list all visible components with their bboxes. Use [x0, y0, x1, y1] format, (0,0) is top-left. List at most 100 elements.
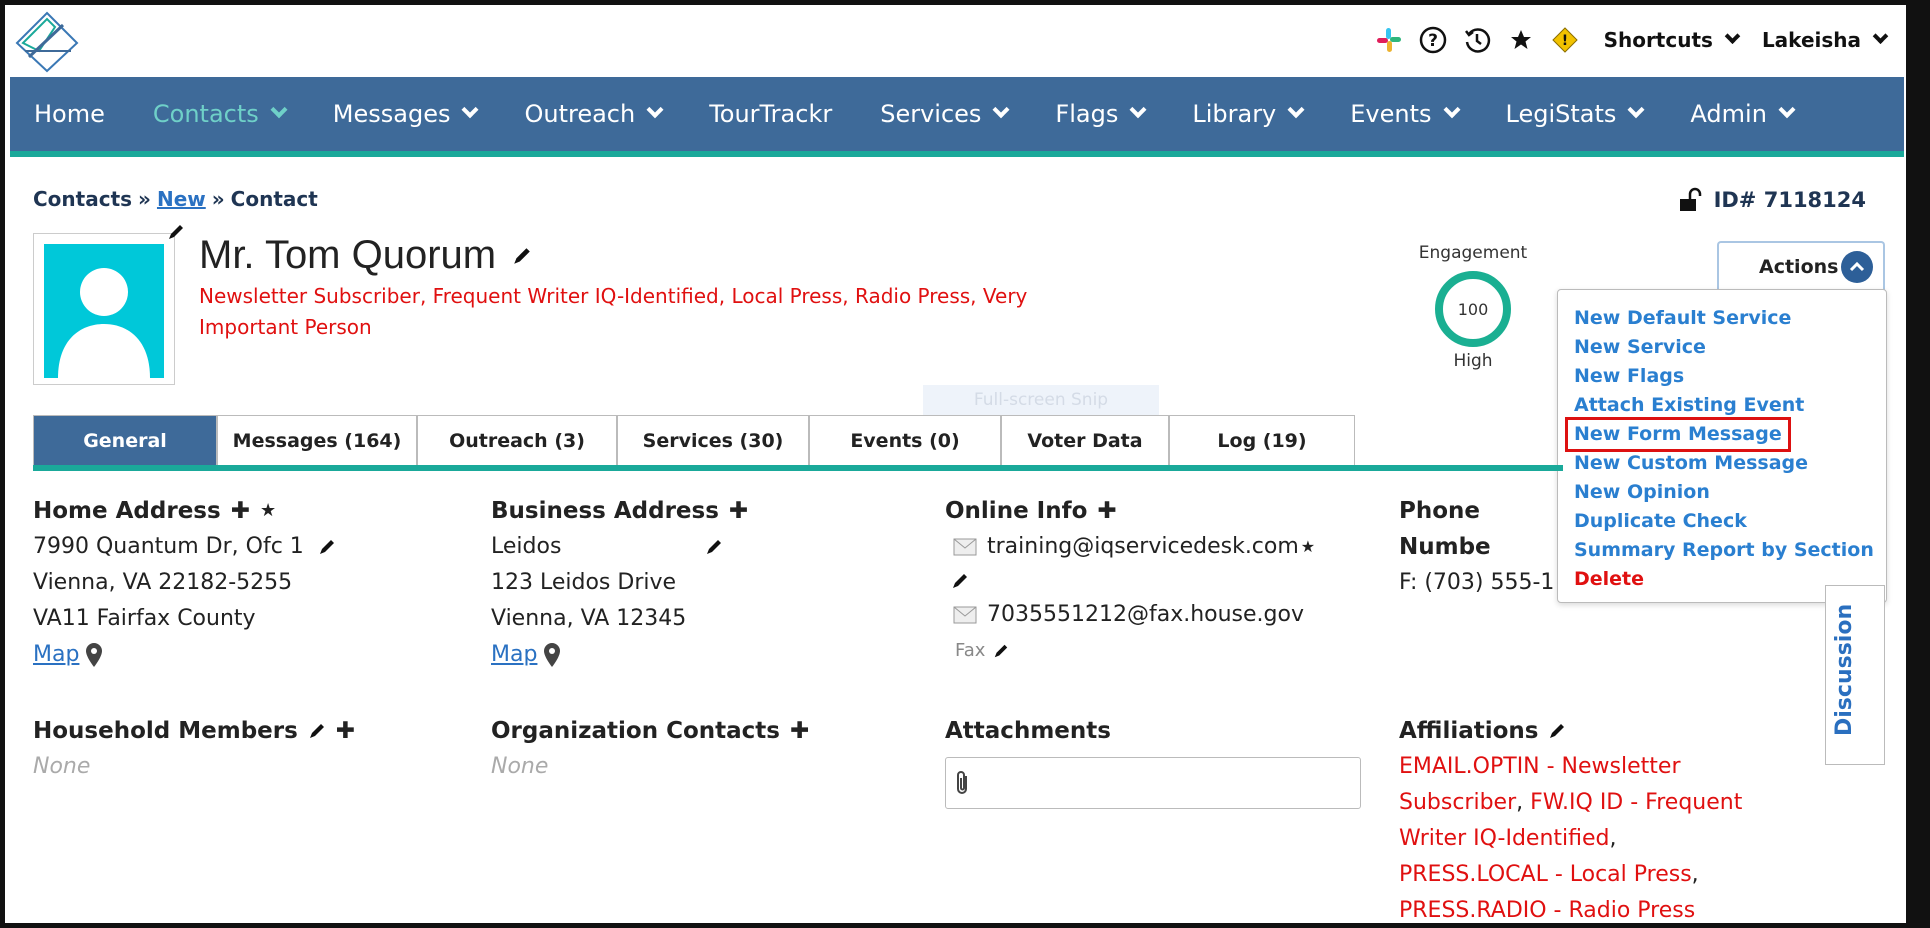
- affiliation-fw-iq-id-cont[interactable]: Writer IQ-Identified: [1399, 826, 1610, 851]
- nav-label: LegiStats: [1505, 100, 1617, 128]
- action-new-default-service[interactable]: New Default Service: [1574, 304, 1870, 333]
- fax-label: Fax: [955, 640, 986, 661]
- nav-services[interactable]: Services: [856, 100, 1031, 128]
- address-line: 7990 Quantum Dr, Ofc 1: [33, 529, 473, 565]
- fax-email-row: 7035551212@fax.house.gov: [945, 597, 1385, 633]
- email-row: training@iqservicedesk.com ★: [945, 529, 1385, 565]
- attachments-heading: Attachments: [945, 713, 1385, 749]
- tab-services[interactable]: Services (30): [617, 415, 809, 465]
- phone-line1: F: (703) 555-1: [1399, 570, 1555, 595]
- edit-avatar-pencil-icon[interactable]: [167, 223, 185, 241]
- map-link[interactable]: Map: [491, 637, 537, 673]
- main-nav: Home Contacts Messages Outreach TourTrac…: [10, 77, 1904, 157]
- action-attach-existing-event[interactable]: Attach Existing Event: [1574, 391, 1870, 420]
- nav-flags[interactable]: Flags: [1031, 100, 1168, 128]
- nav-label: Admin: [1690, 100, 1767, 128]
- add-plus-icon[interactable]: ✚: [790, 713, 809, 749]
- chevron-down-icon: [1287, 101, 1305, 119]
- breadcrumb-new-link[interactable]: New: [157, 187, 206, 211]
- app-logo[interactable]: [15, 11, 79, 73]
- email-text[interactable]: training@iqservicedesk.com: [987, 529, 1299, 565]
- affiliation-press-local[interactable]: PRESS.LOCAL - Local Press: [1399, 862, 1692, 887]
- map-link[interactable]: Map: [33, 637, 79, 673]
- engagement-level: High: [1453, 351, 1493, 371]
- slack-icon[interactable]: [1374, 25, 1404, 55]
- tab-general[interactable]: General: [33, 415, 217, 465]
- contact-name: Mr. Tom Quorum: [199, 233, 532, 278]
- user-menu[interactable]: Lakeisha: [1762, 27, 1889, 52]
- affiliation-separator: ,: [1516, 790, 1531, 815]
- edit-pencil-icon[interactable]: [951, 572, 969, 590]
- nav-legistats[interactable]: LegiStats: [1482, 100, 1667, 128]
- action-new-service[interactable]: New Service: [1574, 333, 1870, 362]
- nav-events[interactable]: Events: [1326, 100, 1481, 128]
- star-icon[interactable]: ★: [260, 493, 276, 529]
- add-plus-icon[interactable]: ✚: [729, 493, 748, 529]
- favorites-star-icon[interactable]: [1506, 25, 1536, 55]
- fax-email-text[interactable]: 7035551212@fax.house.gov: [987, 597, 1304, 633]
- org-contacts-heading: Organization Contacts ✚: [491, 713, 931, 749]
- alert-diamond-icon[interactable]: !: [1550, 25, 1580, 55]
- top-right-toolbar: ? ! Shortcuts Lakeisha: [1374, 25, 1889, 55]
- affiliation-line: Writer IQ-Identified,: [1399, 821, 1819, 857]
- shortcuts-menu[interactable]: Shortcuts: [1604, 27, 1741, 52]
- nav-label: Events: [1350, 100, 1432, 128]
- affiliation-fw-iq-id[interactable]: FW.IQ ID - Frequent: [1530, 790, 1742, 815]
- nav-messages[interactable]: Messages: [309, 100, 501, 128]
- household-empty: None: [33, 754, 91, 779]
- nav-label: Flags: [1055, 100, 1119, 128]
- affiliation-email-optin[interactable]: EMAIL.OPTIN - Newsletter: [1399, 754, 1681, 779]
- edit-pencil-icon[interactable]: [705, 538, 723, 556]
- edit-name-pencil-icon[interactable]: [512, 246, 532, 266]
- org-contacts-empty: None: [491, 754, 549, 779]
- avatar-frame: [33, 233, 175, 385]
- unlock-icon[interactable]: [1678, 187, 1704, 213]
- action-new-custom-message[interactable]: New Custom Message: [1574, 449, 1870, 478]
- edit-pencil-icon[interactable]: [318, 538, 336, 556]
- breadcrumb: Contacts » New » Contact: [33, 187, 318, 211]
- map-pin-icon[interactable]: [85, 642, 103, 668]
- nav-tourtrackr[interactable]: TourTrackr: [685, 100, 856, 128]
- edit-pencil-icon[interactable]: [993, 643, 1009, 659]
- nav-home[interactable]: Home: [10, 100, 129, 128]
- primary-star-icon[interactable]: ★: [1301, 529, 1315, 565]
- nav-contacts[interactable]: Contacts: [129, 100, 309, 128]
- attachment-dropzone[interactable]: [945, 757, 1361, 809]
- business-address-heading: Business Address ✚: [491, 493, 931, 529]
- edit-pencil-icon[interactable]: [1548, 722, 1566, 740]
- actions-button[interactable]: Actions: [1717, 241, 1885, 291]
- nav-label: Contacts: [152, 100, 259, 128]
- action-duplicate-check[interactable]: Duplicate Check: [1574, 507, 1870, 536]
- discussion-side-tab[interactable]: Discussion: [1825, 585, 1885, 765]
- tab-messages[interactable]: Messages (164): [217, 415, 417, 465]
- contact-id: ID# 7118124: [1678, 187, 1866, 213]
- help-icon[interactable]: ?: [1418, 25, 1448, 55]
- action-new-opinion[interactable]: New Opinion: [1574, 478, 1870, 507]
- app-window: ? ! Shortcuts Lakeisha Home Contacts Mes…: [0, 0, 1930, 928]
- nav-admin[interactable]: Admin: [1666, 100, 1817, 128]
- action-new-flags[interactable]: New Flags: [1574, 362, 1870, 391]
- affiliations-section: Affiliations EMAIL.OPTIN - Newsletter Su…: [1399, 713, 1819, 923]
- add-plus-icon[interactable]: ✚: [336, 713, 355, 749]
- nav-outreach[interactable]: Outreach: [500, 100, 685, 128]
- edit-pencil-icon[interactable]: [308, 722, 326, 740]
- map-pin-icon[interactable]: [543, 642, 561, 668]
- add-plus-icon[interactable]: ✚: [1097, 493, 1116, 529]
- affiliation-line: Subscriber, FW.IQ ID - Frequent: [1399, 785, 1819, 821]
- map-link-row: Map: [491, 637, 931, 673]
- affiliation-email-optin-cont[interactable]: Subscriber: [1399, 790, 1516, 815]
- action-summary-report[interactable]: Summary Report by Section: [1574, 536, 1874, 565]
- nav-library[interactable]: Library: [1168, 100, 1326, 128]
- history-icon[interactable]: [1462, 25, 1492, 55]
- tab-voter-data[interactable]: Voter Data: [1001, 415, 1169, 465]
- breadcrumb-separator: »: [211, 187, 225, 211]
- tab-events[interactable]: Events (0): [809, 415, 1001, 465]
- nav-label: Library: [1192, 100, 1277, 128]
- add-plus-icon[interactable]: ✚: [231, 493, 250, 529]
- affiliation-press-radio[interactable]: PRESS.RADIO - Radio Press: [1399, 898, 1695, 923]
- action-new-form-message[interactable]: New Form Message: [1565, 417, 1791, 452]
- avatar[interactable]: [44, 244, 164, 378]
- tab-outreach[interactable]: Outreach (3): [417, 415, 617, 465]
- business-address-section: Business Address ✚ Leidos 123 Leidos Dri…: [491, 493, 931, 673]
- tab-log[interactable]: Log (19): [1169, 415, 1355, 465]
